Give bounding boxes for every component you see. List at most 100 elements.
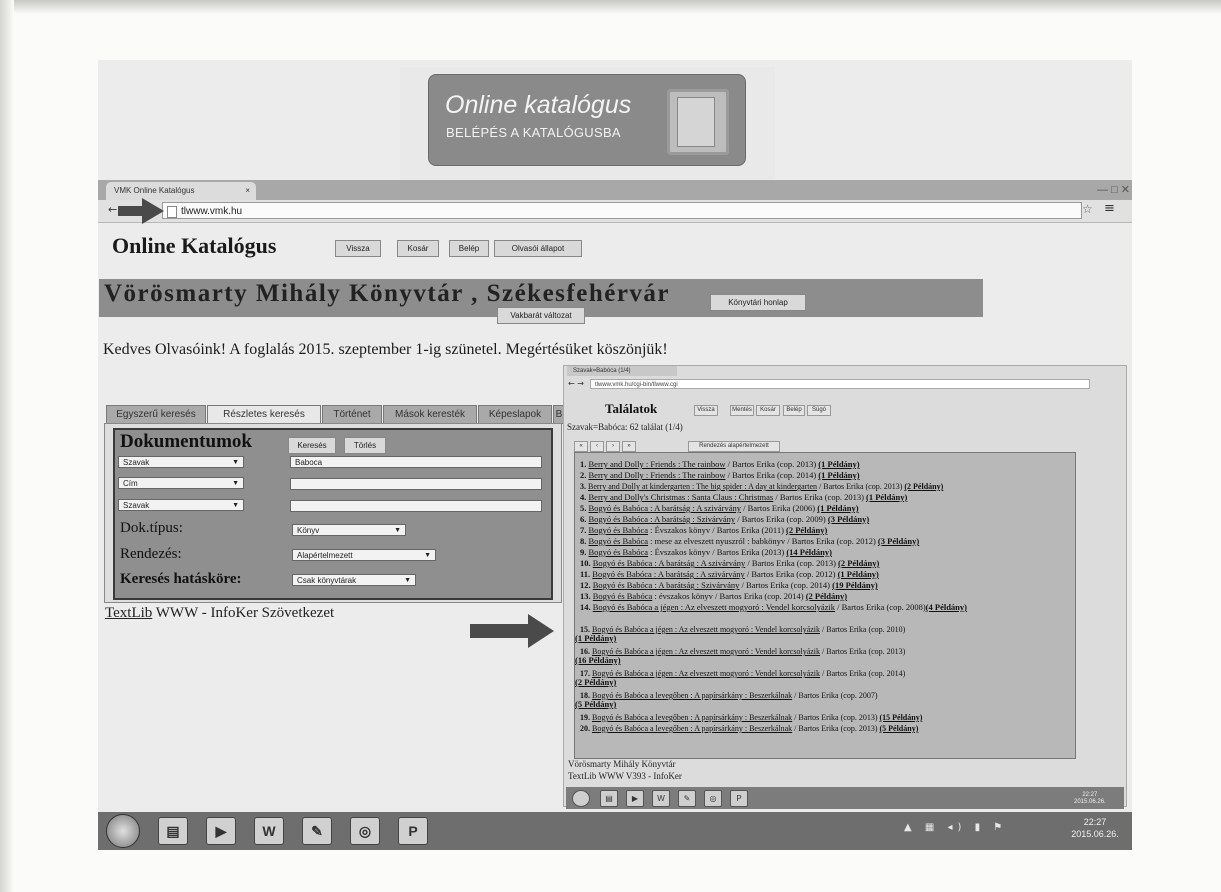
rendezes-select[interactable]: Alapértelmezett ▼	[292, 549, 436, 561]
online-catalog-banner-button[interactable]: Online katalógus BELÉPÉS A KATALÓGUSBA	[428, 74, 746, 166]
sort-select[interactable]: Rendezés alapértelmezett	[688, 441, 780, 452]
url-input[interactable]: tlwww.vmk.hu	[162, 202, 1082, 219]
result-copies-link[interactable]: (5 Példány)	[575, 699, 616, 709]
result-copies-link[interactable]: (2 Példány)	[575, 677, 616, 687]
result-copies-link[interactable]: (2 Példány)	[838, 558, 879, 568]
result-copies-link[interactable]: (1 Példány)	[866, 492, 907, 502]
last-page-icon[interactable]: »	[622, 441, 636, 452]
results-browser-tab[interactable]: Szavak=Babóca (1/4)	[567, 366, 677, 376]
scope-select[interactable]: Csak könyvtárak ▼	[292, 574, 416, 586]
field3-input[interactable]	[290, 500, 542, 512]
result-title-link[interactable]: Berry and Dolly at kindergarten : The bi…	[588, 482, 817, 491]
next-page-icon[interactable]: ›	[606, 441, 620, 452]
result-title-link[interactable]: Bogyó és Babóca a levegőben : A papírsár…	[592, 691, 792, 700]
search-button[interactable]: Keresés	[288, 437, 336, 454]
first-page-icon[interactable]: «	[574, 441, 588, 452]
results-back-button[interactable]: Vissza	[694, 405, 718, 416]
login-button[interactable]: Belép	[449, 240, 489, 257]
results-explorer-icon[interactable]: ▤	[600, 790, 618, 807]
result-title-link[interactable]: Bogyó és Babóca : A barátság : Szivárván…	[593, 580, 740, 590]
results-chrome-icon[interactable]: ◎	[704, 790, 722, 807]
result-title-link[interactable]: Bogyó és Babóca a levegőben : A papírsár…	[592, 724, 792, 733]
result-copies-link[interactable]: (2 Példány)	[904, 482, 943, 491]
paint-icon[interactable]: ✎	[302, 817, 332, 845]
results-login-button[interactable]: Belép	[783, 405, 805, 416]
browser-tab[interactable]: VMK Online Katalógus ×	[106, 182, 256, 200]
result-copies-link[interactable]: (4 Példány)	[926, 602, 967, 612]
field2-select[interactable]: Cím ▼	[118, 477, 244, 489]
tab-others-searched[interactable]: Mások keresték	[383, 405, 477, 424]
tab-simple-search[interactable]: Egyszerű keresés	[106, 405, 206, 424]
reader-status-button[interactable]: Olvasói állapot	[494, 240, 582, 257]
library-homepage-button[interactable]: Könyvtári honlap	[710, 294, 806, 311]
results-cart-button[interactable]: Kosár	[756, 405, 780, 416]
result-title-link[interactable]: Bogyó és Babóca	[589, 525, 649, 535]
accessible-version-button[interactable]: Vakbarát változat	[497, 307, 585, 324]
result-copies-link[interactable]: (2 Példány)	[786, 525, 827, 535]
chrome-icon[interactable]: ◎	[350, 817, 380, 845]
results-save-button[interactable]: Mentés	[730, 405, 754, 416]
result-title-link[interactable]: Bogyó és Babóca a jégen : Az elveszett m…	[592, 669, 820, 678]
field1-select[interactable]: Szavak ▼	[118, 456, 244, 468]
start-button-icon[interactable]	[106, 814, 140, 848]
result-copies-link[interactable]: (14 Példány)	[786, 547, 832, 557]
result-copies-link[interactable]: (15 Példány)	[879, 713, 922, 722]
publisher-icon[interactable]: P	[398, 817, 428, 845]
result-title-link[interactable]: Bogyó és Babóca : A barátság : A szivárv…	[593, 558, 746, 568]
tab-detailed-search[interactable]: Részletes keresés	[207, 405, 321, 424]
cart-button[interactable]: Kosár	[397, 240, 439, 257]
tab-history[interactable]: Történet	[322, 405, 382, 424]
word-icon[interactable]: W	[254, 817, 284, 845]
results-start-icon[interactable]	[572, 790, 590, 807]
window-controls[interactable]: — □ ✕	[1012, 183, 1130, 197]
result-title-link[interactable]: Berry and Dolly : Friends : The rainbow	[589, 459, 726, 469]
result-copies-link[interactable]: (1 Példány)	[818, 459, 859, 469]
prev-page-icon[interactable]: ‹	[590, 441, 604, 452]
result-copies-link[interactable]: (16 Példány)	[575, 655, 621, 665]
result-title-link[interactable]: Bogyó és Babóca : A barátság : A szivárv…	[589, 503, 742, 513]
result-copies-link[interactable]: (3 Példány)	[878, 536, 919, 546]
field1-input[interactable]: Baboca	[290, 456, 542, 468]
result-copies-link[interactable]: (1 Példány)	[817, 503, 858, 513]
tab-postcards[interactable]: Képeslapok	[478, 405, 552, 424]
result-title-link[interactable]: Bogyó és Babóca a levegőben : A papírsár…	[592, 713, 792, 722]
close-tab-icon[interactable]: ×	[245, 182, 250, 200]
result-copies-link[interactable]: (1 Példány)	[575, 633, 616, 643]
result-title-link[interactable]: Bogyó és Babóca : A barátság : Szivárván…	[589, 514, 736, 524]
results-back-arrow-icon[interactable]: ← →	[568, 379, 584, 388]
result-title-link[interactable]: Berry and Dolly's Christmas : Santa Clau…	[589, 492, 774, 502]
result-copies-link[interactable]: (19 Példány)	[832, 580, 878, 590]
result-title-link[interactable]: Bogyó és Babóca a jégen : Az elveszett m…	[592, 625, 820, 634]
result-title-link[interactable]: Bogyó és Babóca	[589, 547, 649, 557]
results-paint-icon[interactable]: ✎	[678, 790, 696, 807]
system-tray-icons[interactable]: ▲ ▦ ◂) ▮ ⚑	[904, 822, 1007, 833]
results-word-icon[interactable]: W	[652, 790, 670, 807]
clear-button[interactable]: Törlés	[344, 437, 386, 454]
result-title-link[interactable]: Bogyó és Babóca a jégen : Az elveszett m…	[593, 602, 835, 612]
result-title-link[interactable]: Berry and Dolly : Friends : The rainbow	[589, 470, 726, 480]
doktipus-select[interactable]: Könyv ▼	[292, 524, 406, 536]
textlib-link[interactable]: TextLib	[105, 605, 152, 621]
results-url-input[interactable]: tlwww.vmk.hu/cgi-bin/tlwww.cgi	[590, 379, 1090, 389]
back-button[interactable]: Vissza	[335, 240, 381, 257]
result-title-link[interactable]: Bogyó és Babóca : A barátság : A szivárv…	[592, 569, 745, 579]
hamburger-menu-icon[interactable]: ≡	[1104, 201, 1115, 216]
result-copies-link[interactable]: (1 Példány)	[818, 470, 859, 480]
back-arrow-icon[interactable]: ←	[108, 203, 117, 216]
result-copies-link[interactable]: (5 Példány)	[879, 724, 918, 733]
explorer-icon[interactable]: ▤	[158, 817, 188, 845]
result-copies-link[interactable]: (2 Példány)	[806, 591, 847, 601]
result-copies-link[interactable]: (1 Példány)	[838, 569, 879, 579]
result-title-link[interactable]: Bogyó és Babóca	[593, 591, 653, 601]
results-media-icon[interactable]: ▶	[626, 790, 644, 807]
bookmark-star-icon[interactable]: ☆	[1082, 202, 1093, 216]
result-title-link[interactable]: Bogyó és Babóca a jégen : Az elveszett m…	[592, 647, 820, 656]
taskbar-clock[interactable]: 22:27 2015.06.26.	[1064, 816, 1126, 840]
results-publisher-icon[interactable]: P	[730, 790, 748, 807]
result-title-link[interactable]: Bogyó és Babóca	[589, 536, 649, 546]
results-help-button[interactable]: Súgó	[807, 405, 831, 416]
field2-input[interactable]	[290, 478, 542, 490]
result-copies-link[interactable]: (3 Példány)	[828, 514, 869, 524]
field3-select[interactable]: Szavak ▼	[118, 499, 244, 511]
media-player-icon[interactable]: ▶	[206, 817, 236, 845]
